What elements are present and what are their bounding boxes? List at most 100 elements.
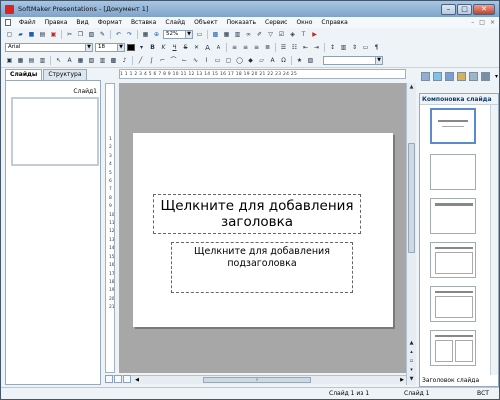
slide-view-icon[interactable]: ▫ <box>407 357 416 365</box>
menu-help[interactable]: Справка <box>321 19 347 26</box>
slides-list[interactable]: Слайд1 <box>5 80 101 385</box>
elbow-icon[interactable]: ⌙ <box>180 56 189 65</box>
align-right-icon[interactable]: ≡ <box>252 43 261 52</box>
outline-view-icon[interactable] <box>114 375 122 383</box>
last-slide-icon[interactable]: ▼ <box>407 375 416 383</box>
zoom-icon[interactable]: ⊕ <box>152 30 161 39</box>
menu-view[interactable]: Вид <box>76 19 88 26</box>
tab-outline[interactable]: Структура <box>43 69 87 80</box>
paragraph-icon[interactable]: ¶ <box>372 43 381 52</box>
table-icon[interactable]: ▦ <box>141 30 150 39</box>
scroll-thumb[interactable]: ⁞ <box>203 377 311 383</box>
text-color-swatch[interactable] <box>127 44 135 51</box>
layout-blank[interactable] <box>430 154 476 190</box>
chevron-down-icon[interactable]: ▾ <box>495 73 498 80</box>
normal-view-icon[interactable] <box>105 375 113 383</box>
filter-icon[interactable]: ▽ <box>266 30 275 39</box>
layout-content[interactable] <box>430 242 476 278</box>
undo-icon[interactable]: ↶ <box>114 30 123 39</box>
layout-scrollbar[interactable] <box>490 105 498 375</box>
underline-button[interactable]: Ч <box>170 43 179 52</box>
scroll-up-arrow-icon[interactable]: ▲ <box>407 83 416 91</box>
picture-insert-icon[interactable]: ▨ <box>87 56 96 65</box>
save-icon[interactable]: ■ <box>27 30 36 39</box>
colors-panel-icon[interactable] <box>445 71 454 81</box>
chevron-down-icon[interactable]: ▼ <box>375 57 382 64</box>
justify-icon[interactable]: ≣ <box>263 43 272 52</box>
callout-icon[interactable]: ▱ <box>257 56 266 65</box>
clear-format-icon[interactable]: ✕ <box>192 43 201 52</box>
rounded-rect-icon[interactable]: ▢ <box>224 56 233 65</box>
tab-slides[interactable]: Слайды <box>5 69 43 80</box>
image-icon[interactable]: ▩ <box>211 30 220 39</box>
curve-icon[interactable]: ∫ <box>147 56 156 65</box>
minimize-button[interactable]: – <box>441 3 456 15</box>
font-size-combo[interactable]: 18 ▼ <box>95 43 125 52</box>
scroll-right-arrow-icon[interactable]: ▶ <box>398 376 406 384</box>
copy-icon[interactable]: ❐ <box>76 30 85 39</box>
bullets-icon[interactable]: ☰ <box>279 43 288 52</box>
chart-insert-icon[interactable]: ▥ <box>98 56 107 65</box>
slide-sorter-icon[interactable]: ▦ <box>16 56 25 65</box>
object-combo[interactable]: ▼ <box>323 56 383 65</box>
layout-title-only[interactable] <box>430 198 476 234</box>
connector-icon[interactable]: ⌐ <box>158 56 167 65</box>
prev-slide-icon[interactable]: ▴ <box>407 348 416 356</box>
checklist-icon[interactable]: ☑ <box>277 30 286 39</box>
maximize-button[interactable]: □ <box>457 3 472 15</box>
vertical-ruler[interactable]: 1 2 3 4 5 6 7 8 9 10 11 12 13 14 15 16 17 18 19 20 21 <box>105 83 115 373</box>
start-show-icon[interactable]: ▶ <box>310 30 319 39</box>
layout-title[interactable] <box>430 108 476 144</box>
template-icon[interactable]: T <box>299 30 308 39</box>
open-folder-icon[interactable]: ▰ <box>16 30 25 39</box>
print-icon[interactable]: ▤ <box>38 30 47 39</box>
table-insert-icon[interactable]: ▦ <box>76 56 85 65</box>
menu-window[interactable]: Окно <box>296 19 312 26</box>
increase-indent-icon[interactable]: ⇥ <box>312 43 321 52</box>
text-box-icon[interactable]: ▭ <box>361 43 370 52</box>
transition-icon[interactable]: ▨ <box>306 56 315 65</box>
scroll-left-arrow-icon[interactable]: ◀ <box>133 376 141 384</box>
numbering-icon[interactable]: ☷ <box>290 43 299 52</box>
text-frame-icon[interactable]: A <box>65 56 74 65</box>
layout-title-content[interactable] <box>430 286 476 322</box>
paste-icon[interactable]: ▧ <box>87 30 96 39</box>
menu-file[interactable]: Файл <box>19 19 36 26</box>
cut-icon[interactable]: ✂ <box>65 30 74 39</box>
strikethrough-button[interactable]: S <box>181 43 190 52</box>
document-icon[interactable] <box>5 19 11 26</box>
font-name-combo[interactable]: Arial ▼ <box>5 43 93 52</box>
zoom-combo[interactable]: 52% ▼ <box>163 30 193 39</box>
title-bar[interactable]: SoftMaker Presentations - [Документ 1] –… <box>1 1 499 17</box>
pointer-icon[interactable]: ↖ <box>54 56 63 65</box>
menu-insert[interactable]: Вставка <box>131 19 156 26</box>
select-mode-icon[interactable]: ▣ <box>5 56 14 65</box>
horizontal-ruler[interactable]: 1 1 1 2 3 4 5 6 7 8 9 10 11 12 13 14 15 … <box>119 69 406 79</box>
menu-tools[interactable]: Сервис <box>265 19 287 26</box>
align-center-icon[interactable]: ≡ <box>241 43 250 52</box>
menu-edit[interactable]: Правка <box>45 19 68 26</box>
doc-restore-button[interactable]: □ <box>479 19 485 26</box>
menu-show[interactable]: Показать <box>227 19 256 26</box>
cube-icon[interactable]: ◈ <box>288 30 297 39</box>
symbol-icon[interactable]: Ω <box>279 56 288 65</box>
bold-button[interactable]: B <box>148 43 157 52</box>
valign-icon[interactable]: ⇕ <box>350 43 359 52</box>
polyline-icon[interactable]: ⌇ <box>202 56 211 65</box>
chart-icon[interactable]: ▥ <box>233 30 242 39</box>
grid-icon[interactable]: ▦ <box>222 30 231 39</box>
app-icon[interactable] <box>5 4 14 14</box>
first-slide-icon[interactable]: ▲ <box>407 339 416 347</box>
close-button[interactable]: ✕ <box>473 3 495 15</box>
new-document-icon[interactable]: ▢ <box>5 30 14 39</box>
chevron-down-icon[interactable]: ▼ <box>185 31 192 38</box>
italic-button[interactable]: K <box>159 43 168 52</box>
doc-close-button[interactable]: × <box>490 19 495 26</box>
layout-two-columns[interactable] <box>430 330 476 366</box>
vertical-scrollbar[interactable]: ▲ ▲ ▴ ▫ ▾ ▼ <box>406 83 416 385</box>
transition-panel-icon[interactable] <box>469 71 478 81</box>
menu-slide[interactable]: Слайд <box>165 19 185 26</box>
sound-icon[interactable]: ♪ <box>120 56 129 65</box>
chevron-down-icon[interactable]: ▼ <box>85 44 92 51</box>
decrease-indent-icon[interactable]: ⇤ <box>301 43 310 52</box>
